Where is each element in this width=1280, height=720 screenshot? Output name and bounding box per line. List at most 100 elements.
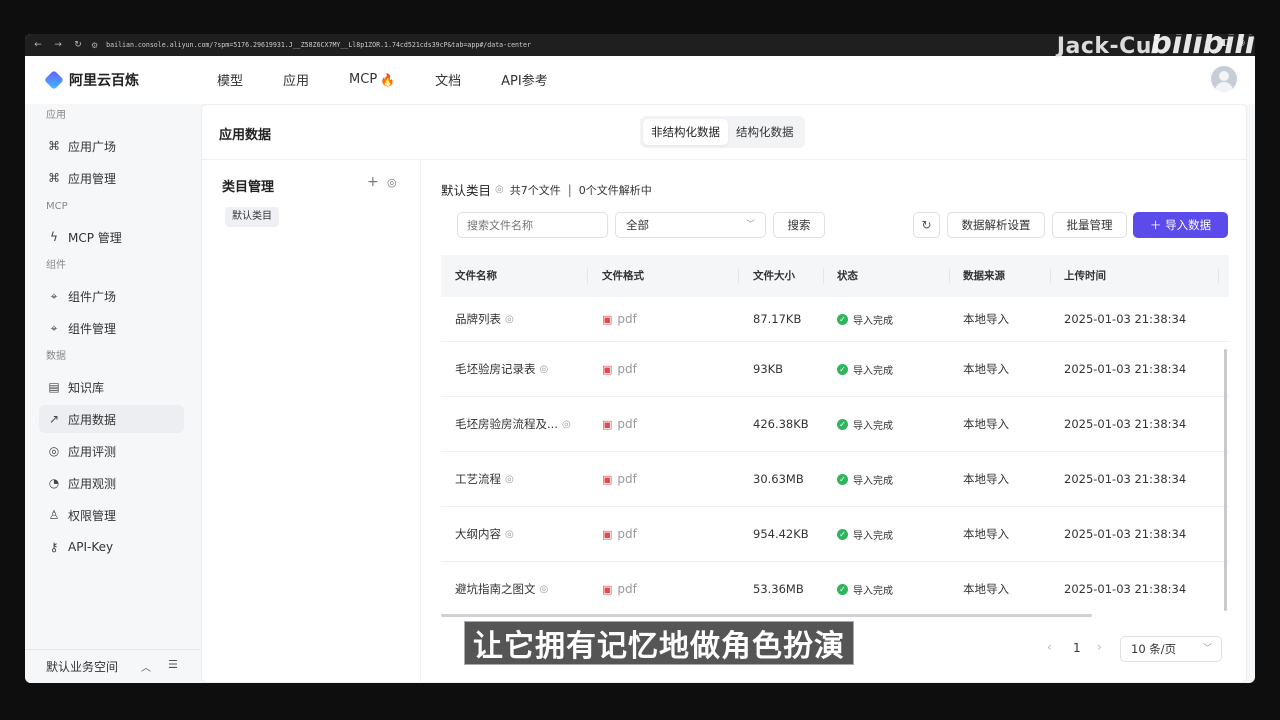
reload-icon[interactable]: ↻	[71, 38, 85, 52]
col-status[interactable]: 状态	[837, 255, 858, 297]
file-source: 本地导入	[963, 527, 1009, 541]
info-icon[interactable]: ◎	[495, 184, 504, 195]
info-icon[interactable]: ◎	[562, 419, 571, 430]
table-row[interactable]: 大纲内容 ◎ ▣ pdf 954.42KB ✓ 导入完成 本地导入 2025-01-0…	[441, 507, 1229, 562]
file-name[interactable]: 大纲内容	[455, 526, 501, 542]
chart-icon: ↗	[48, 412, 60, 426]
file-size: 954.42KB	[753, 527, 809, 541]
sidebar-item-app-square[interactable]: ⌘ 应用广场	[39, 132, 184, 160]
file-name[interactable]: 避坑指南之图文	[455, 581, 536, 597]
collapse-menu-icon[interactable]: ☰	[168, 658, 178, 671]
table-row[interactable]: 毛坯验房记录表 ◎ ▣ pdf 93KB ✓ 导入完成 本地导入 2025-01-03…	[441, 342, 1229, 397]
batch-manage-button[interactable]: 批量管理	[1052, 212, 1127, 238]
sidebar-item-app-evaluation[interactable]: ◎ 应用评测	[39, 437, 184, 465]
app-frame: ← → ↻ ⚙ bailian.console.aliyun.com/?spm=…	[25, 34, 1255, 683]
sidebar-item-label: 应用数据	[68, 412, 117, 427]
avatar[interactable]	[1211, 66, 1237, 92]
category-settings-icon[interactable]: ◎	[387, 176, 397, 189]
sidebar-item-label: API-Key	[68, 540, 114, 554]
category-default[interactable]: 默认类目	[225, 207, 279, 227]
sidebar-item-permissions[interactable]: ♙ 权限管理	[39, 501, 184, 529]
table-row[interactable]: 品牌列表 ◎ ▣ pdf 87.17KB ✓ 导入完成 本地导入 2025-01-03…	[441, 297, 1229, 342]
table-row[interactable]: 毛坯房验房流程及... ◎ ▣ pdf 426.38KB ✓ 导入完成 本地导入 20…	[441, 397, 1229, 452]
sidebar-item-app-observe[interactable]: ◔ 应用观测	[39, 469, 184, 497]
top-nav: 模型 应用 MCP 🔥 文档 API参考	[217, 70, 588, 89]
sidebar-item-knowledge-base[interactable]: ▤ 知识库	[39, 373, 184, 401]
table-vertical-scrollbar[interactable]	[1224, 349, 1227, 611]
page-size-select[interactable]: 10 条/页 ﹀	[1120, 636, 1222, 662]
chevron-right-icon[interactable]: ›	[1097, 640, 1102, 654]
status-filter-select[interactable]: 全部 ﹀	[615, 212, 766, 238]
column-divider	[587, 268, 588, 284]
nav-mcp[interactable]: MCP 🔥	[349, 70, 395, 89]
parsing-count: 0个文件解析中	[578, 183, 652, 197]
upload-time: 2025-01-03 21:38:34	[1064, 362, 1187, 376]
back-icon[interactable]: ←	[31, 38, 45, 52]
nav-apps[interactable]: 应用	[283, 70, 309, 89]
sidebar-item-component-square[interactable]: ⌖ 组件广场	[39, 282, 184, 310]
col-upload-time[interactable]: 上传时间	[1064, 255, 1106, 297]
info-icon[interactable]: ◎	[540, 584, 549, 595]
puzzle-icon: ⌖	[50, 288, 58, 303]
workspace-switcher[interactable]: 默认业务空间 ︿ ☰	[25, 649, 200, 683]
nav-api-reference[interactable]: API参考	[501, 70, 548, 89]
col-file-name[interactable]: 文件名称	[455, 255, 497, 297]
chevron-left-icon[interactable]: ‹	[1047, 640, 1052, 654]
pagination: ‹ 1 › 10 条/页 ﹀	[1041, 636, 1231, 662]
brand-logo[interactable]: 阿里云百炼	[44, 70, 139, 90]
address-bar[interactable]: bailian.console.aliyun.com/?spm=5176.296…	[106, 41, 531, 49]
upload-time: 2025-01-03 21:38:34	[1064, 312, 1187, 326]
table-horizontal-scrollbar[interactable]	[441, 614, 1092, 617]
table-row[interactable]: 工艺流程 ◎ ▣ pdf 30.63MB ✓ 导入完成 本地导入 2025-01-03…	[441, 452, 1229, 507]
col-source[interactable]: 数据来源	[963, 255, 1005, 297]
pdf-icon: ▣	[602, 582, 613, 596]
check-circle-icon: ✓	[837, 473, 848, 485]
sidebar-item-api-key[interactable]: ⚷ API-Key	[39, 533, 184, 561]
col-file-format[interactable]: 文件格式	[602, 255, 644, 297]
pie-icon: ◔	[48, 476, 60, 490]
file-status: 导入完成	[853, 585, 893, 597]
file-source: 本地导入	[963, 362, 1009, 376]
sidebar-item-mcp-manage[interactable]: ϟ MCP 管理	[39, 223, 184, 251]
pdf-icon: ▣	[602, 472, 613, 486]
col-file-size[interactable]: 文件大小	[753, 255, 795, 297]
sidebar-item-component-manage[interactable]: ⌖ 组件管理	[39, 314, 184, 342]
sidebar-item-label: 应用管理	[68, 171, 117, 186]
search-button[interactable]: 搜索	[773, 212, 825, 238]
file-name[interactable]: 毛坯验房记录表	[455, 361, 536, 377]
chevron-up-icon[interactable]: ︿	[141, 659, 151, 674]
grid-icon: ⌘	[48, 139, 60, 153]
data-type-switch: 非结构化数据 结构化数据	[640, 116, 805, 148]
tab-unstructured[interactable]: 非结构化数据	[643, 119, 728, 145]
info-icon[interactable]: ◎	[505, 529, 514, 540]
nav-models[interactable]: 模型	[217, 70, 243, 89]
refresh-icon: ↻	[921, 218, 932, 232]
chevron-down-icon: ﹀	[1202, 644, 1212, 654]
site-info-icon[interactable]: ⚙	[91, 41, 98, 50]
tab-structured[interactable]: 结构化数据	[728, 119, 802, 145]
parse-settings-button[interactable]: 数据解析设置	[947, 212, 1045, 238]
import-data-button[interactable]: ＋ 导入数据	[1133, 212, 1228, 238]
current-page[interactable]: 1	[1073, 641, 1081, 655]
file-name[interactable]: 品牌列表	[455, 311, 501, 327]
add-category-icon[interactable]: +	[367, 174, 379, 190]
forward-icon[interactable]: →	[51, 38, 65, 52]
info-icon[interactable]: ◎	[505, 314, 514, 325]
sidebar-item-app-manage[interactable]: ⌘ 应用管理	[39, 164, 184, 192]
file-name[interactable]: 工艺流程	[455, 471, 501, 487]
file-name[interactable]: 毛坯房验房流程及...	[455, 416, 558, 432]
info-icon[interactable]: ◎	[505, 474, 514, 485]
nav-docs[interactable]: 文档	[435, 70, 461, 89]
pdf-icon: ▣	[602, 417, 613, 431]
sidebar-item-app-data[interactable]: ↗ 应用数据	[39, 405, 184, 433]
table-row[interactable]: 避坑指南之图文 ◎ ▣ pdf 53.36MB ✓ 导入完成 本地导入 2025-01…	[441, 562, 1229, 611]
file-source: 本地导入	[963, 472, 1009, 486]
sidebar-group-components: 组件	[46, 260, 66, 271]
refresh-button[interactable]: ↻	[913, 212, 940, 238]
search-input[interactable]	[457, 212, 608, 238]
check-circle-icon: ✓	[837, 418, 848, 430]
info-icon[interactable]: ◎	[540, 364, 549, 375]
category-panel: 类目管理 + ◎ 默认类目	[202, 159, 421, 683]
file-status: 导入完成	[853, 420, 893, 432]
file-status: 导入完成	[853, 475, 893, 487]
